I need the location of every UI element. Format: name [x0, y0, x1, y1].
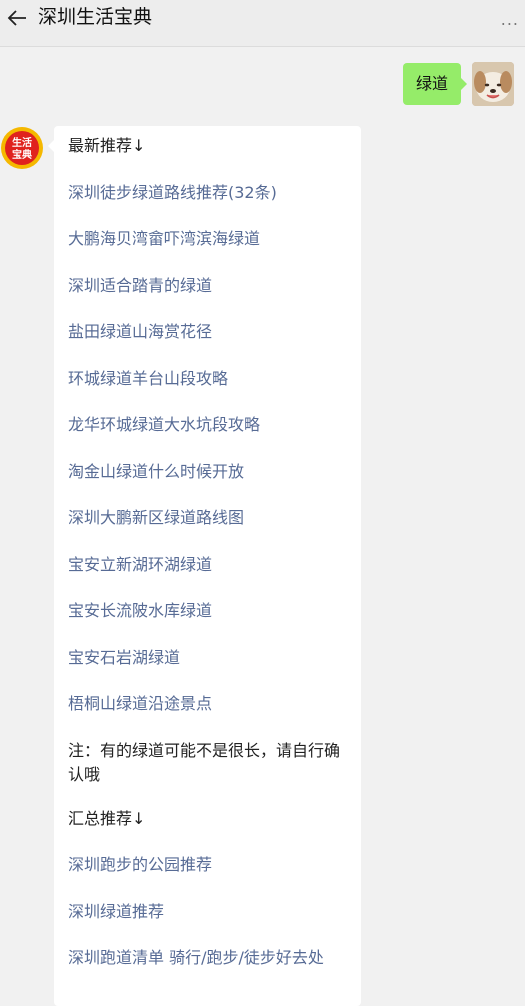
article-link[interactable]: 深圳徒步绿道路线推荐(32条) — [68, 181, 349, 205]
article-link[interactable]: 龙华环城绿道大水坑段攻略 — [68, 413, 349, 437]
user-avatar[interactable] — [472, 62, 514, 106]
article-link[interactable]: 盐田绿道山海赏花径 — [68, 320, 349, 344]
more-options-button[interactable]: ... — [501, 10, 519, 30]
article-link[interactable]: 宝安立新湖环湖绿道 — [68, 553, 349, 577]
article-link[interactable]: 淘金山绿道什么时候开放 — [68, 460, 349, 484]
article-link[interactable]: 梧桐山绿道沿途景点 — [68, 692, 349, 716]
arrow-left-icon[interactable] — [4, 5, 30, 31]
note-text: 注：有的绿道可能不是很长，请自行确认哦 — [68, 740, 341, 784]
article-link[interactable]: 深圳跑道清单 骑行/跑步/徒步好去处 — [68, 946, 349, 970]
chat-title: 深圳生活宝典 — [38, 6, 153, 28]
heading-latest: 最新推荐↓ — [68, 136, 146, 155]
official-account-avatar[interactable]: 生活 宝典 — [0, 126, 44, 170]
avatar-text-bottom: 宝典 — [12, 148, 32, 161]
article-link[interactable]: 深圳绿道推荐 — [68, 900, 349, 924]
avatar-text-top: 生活 — [12, 136, 32, 149]
sent-message-row: 绿道 — [374, 62, 514, 108]
article-link[interactable]: 环城绿道羊台山段攻略 — [68, 367, 349, 391]
article-link[interactable]: 深圳跑步的公园推荐 — [68, 853, 349, 877]
top-bar: 深圳生活宝典 ... — [0, 0, 525, 47]
article-link[interactable]: 大鹏海贝湾畲吓湾滨海绿道 — [68, 227, 349, 251]
article-link[interactable]: 宝安石岩湖绿道 — [68, 646, 349, 670]
sent-message-bubble[interactable]: 绿道 — [402, 63, 468, 105]
received-message-bubble: 最新推荐↓ 深圳徒步绿道路线推荐(32条) 大鹏海贝湾畲吓湾滨海绿道 深圳适合踏… — [48, 126, 361, 1006]
article-link[interactable]: 宝安长流陂水库绿道 — [68, 599, 349, 623]
heading-summary: 汇总推荐↓ — [68, 808, 146, 828]
article-link[interactable]: 深圳大鹏新区绿道路线图 — [68, 506, 349, 530]
article-link[interactable]: 深圳适合踏青的绿道 — [68, 274, 349, 298]
